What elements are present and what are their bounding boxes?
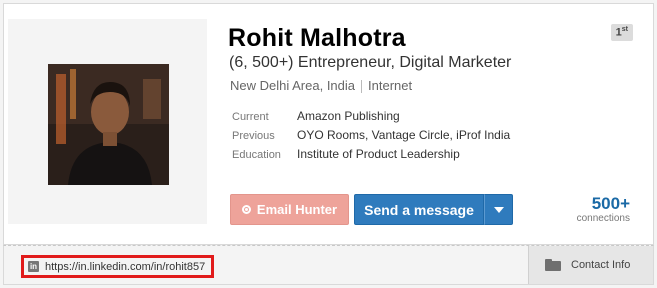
linkedin-icon: in [28, 261, 39, 272]
detail-row-current: Current Amazon Publishing [232, 107, 510, 126]
message-options-dropdown[interactable] [484, 194, 513, 225]
detail-value[interactable]: Amazon Publishing [297, 109, 400, 123]
profile-photo[interactable] [48, 64, 169, 185]
photo-panel [8, 19, 207, 224]
profile-location[interactable]: New Delhi Area, India [230, 78, 355, 93]
public-profile-url[interactable]: in https://in.linkedin.com/in/rohit857 [21, 255, 214, 278]
folder-icon [545, 259, 561, 271]
profile-location-line: New Delhi Area, India Internet [230, 78, 412, 94]
detail-row-education: Education Institute of Product Leadership [232, 145, 510, 164]
contact-info-label: Contact Info [571, 259, 631, 271]
profile-card: 1st Rohit Malhotra (6, 500+) Entrepreneu… [3, 3, 654, 245]
detail-value[interactable]: OYO Rooms, Vantage Circle, iProf India [297, 128, 510, 142]
detail-label: Education [232, 149, 281, 161]
send-message-label: Send a message [364, 201, 474, 218]
profile-industry[interactable]: Internet [368, 78, 412, 93]
target-icon [241, 205, 251, 214]
send-message-button[interactable]: Send a message [354, 194, 484, 225]
connection-degree-badge: 1st [610, 24, 633, 41]
connections-label: connections [576, 213, 630, 224]
profile-name[interactable]: Rohit Malhotra [228, 24, 406, 53]
chevron-down-icon [493, 206, 504, 213]
profile-details: Current Amazon Publishing Previous OYO Roo… [232, 107, 510, 164]
connections-count[interactable]: 500+ [592, 194, 630, 214]
email-hunter-label: Email Hunter [256, 202, 338, 217]
detail-label: Previous [232, 130, 275, 142]
detail-value[interactable]: Institute of Product Leadership [297, 147, 460, 161]
divider [361, 80, 363, 94]
profile-headline: (6, 500+) Entrepreneur, Digital Marketer [229, 54, 512, 71]
profile-url-text[interactable]: https://in.linkedin.com/in/rohit857 [45, 261, 205, 273]
profile-footer: in https://in.linkedin.com/in/rohit857 C… [3, 245, 654, 285]
detail-label: Current [232, 111, 269, 123]
email-hunter-button[interactable]: Email Hunter [230, 194, 349, 225]
contact-info-button[interactable]: Contact Info [528, 246, 653, 284]
detail-row-previous: Previous OYO Rooms, Vantage Circle, iProf… [232, 126, 510, 145]
